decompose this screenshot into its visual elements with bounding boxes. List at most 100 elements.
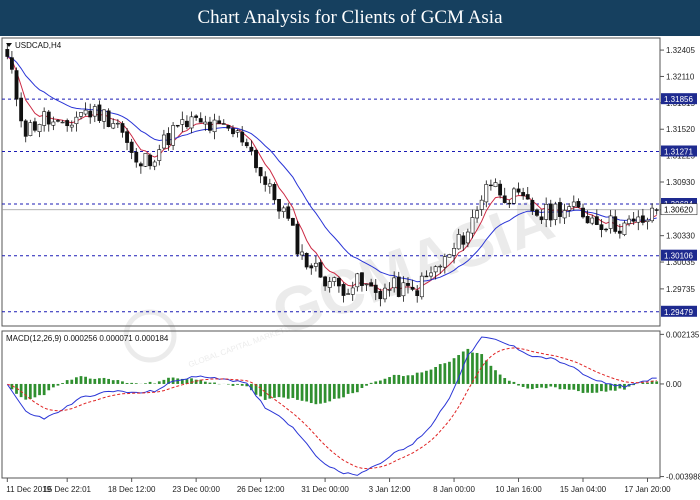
candle-up	[313, 262, 318, 267]
candle-up	[180, 119, 185, 125]
candle-up	[235, 130, 240, 133]
candle-up	[392, 277, 397, 289]
candle-down	[23, 120, 28, 137]
candle-down	[318, 262, 323, 278]
candle-down	[323, 276, 328, 287]
chart-canvas: GCMASIA GLOBAL CAPITAL MARKETS 1.324051.…	[0, 36, 700, 500]
candle-up	[74, 116, 79, 125]
candle-down	[581, 207, 585, 218]
x-tick-label: 17 Jan 20:00	[624, 485, 671, 494]
candle-down	[263, 176, 268, 185]
candle-down	[558, 202, 562, 217]
candle-down	[396, 276, 401, 297]
level-tag-label: 1.31271	[664, 148, 693, 157]
price-y-tick-label: 1.30930	[666, 178, 695, 187]
candle-down	[290, 217, 295, 226]
candle-up	[571, 201, 576, 207]
candle-down	[613, 216, 618, 232]
macd-label: MACD(12,26,9) 0.000256 0.000071 0.000184	[6, 334, 169, 343]
candle-down	[525, 194, 530, 200]
candle-up	[401, 282, 406, 297]
candle-down	[617, 230, 622, 234]
candle-up	[562, 210, 567, 219]
candle-down	[5, 49, 10, 57]
x-tick-label: 18 Dec 12:00	[108, 485, 156, 494]
candle-up	[212, 119, 217, 133]
price-y-tick-label: 1.32110	[666, 72, 695, 81]
candle-up	[115, 122, 120, 125]
candle-up	[512, 188, 516, 204]
candle-up	[442, 256, 447, 268]
candle-down	[539, 216, 544, 221]
candle-down	[14, 70, 19, 100]
candle-down	[498, 183, 503, 196]
candle-up	[475, 210, 479, 219]
current-price-label: 1.30620	[664, 206, 693, 215]
candle-down	[120, 123, 125, 133]
chart-labels: USDCAD,H4	[6, 41, 62, 50]
candle-up	[650, 207, 655, 222]
candle-down	[221, 123, 226, 125]
candle-down	[369, 282, 374, 287]
candle-down	[521, 192, 526, 197]
candle-up	[465, 231, 470, 244]
price-y-tick-label: 1.32405	[666, 46, 695, 55]
candle-up	[152, 161, 157, 167]
candle-down	[286, 206, 291, 219]
candle-up	[281, 207, 286, 213]
candle-down	[97, 104, 102, 121]
candle-up	[544, 203, 549, 220]
candle-up	[355, 273, 360, 288]
candle-up	[433, 266, 438, 273]
candle-down	[502, 195, 507, 203]
candle-up	[387, 289, 392, 291]
candle-down	[194, 115, 199, 118]
candle-down	[604, 228, 608, 231]
candle-up	[111, 123, 116, 129]
candle-down	[19, 97, 24, 122]
candle-down	[226, 125, 231, 129]
candle-up	[332, 277, 337, 282]
candle-up	[622, 222, 627, 235]
candle-down	[341, 284, 346, 296]
level-tag-label: 1.29479	[664, 308, 693, 317]
candle-down	[406, 282, 410, 286]
candle-up	[590, 217, 595, 224]
candle-up	[479, 199, 484, 210]
candle-down	[129, 141, 134, 153]
candle-up	[627, 218, 631, 224]
candle-up	[438, 265, 443, 268]
candle-up	[553, 203, 558, 221]
x-tick-label: 26 Dec 12:00	[237, 485, 285, 494]
x-tick-label: 10 Jan 16:00	[495, 485, 542, 494]
candle-down	[272, 184, 277, 201]
candle-down	[46, 111, 51, 125]
candle-down	[258, 167, 263, 177]
candle-up	[346, 293, 351, 295]
x-tick-label: 15 Jan 04:00	[560, 485, 607, 494]
x-tick-label: 3 Jan 12:00	[369, 485, 411, 494]
candle-up	[28, 122, 33, 136]
candle-down	[631, 218, 636, 222]
candle-up	[102, 109, 106, 122]
candle-down	[488, 184, 493, 187]
candle-down	[254, 150, 258, 169]
price-y-tick-label: 1.29735	[666, 285, 695, 294]
candle-up	[645, 219, 650, 223]
candle-down	[198, 118, 203, 123]
candle-down	[138, 163, 143, 167]
candle-down	[378, 290, 383, 300]
candle-down	[185, 120, 189, 128]
candle-up	[42, 111, 47, 126]
candle-up	[300, 251, 304, 256]
candle-up	[383, 287, 387, 300]
candle-down	[373, 284, 378, 293]
candle-up	[447, 254, 452, 258]
candle-up	[364, 283, 369, 286]
candle-down	[516, 188, 521, 193]
candle-up	[161, 134, 166, 149]
candle-down	[309, 265, 314, 269]
candle-up	[79, 112, 83, 117]
x-tick-label: 15 Dec 22:01	[43, 485, 91, 494]
candle-down	[249, 146, 254, 152]
